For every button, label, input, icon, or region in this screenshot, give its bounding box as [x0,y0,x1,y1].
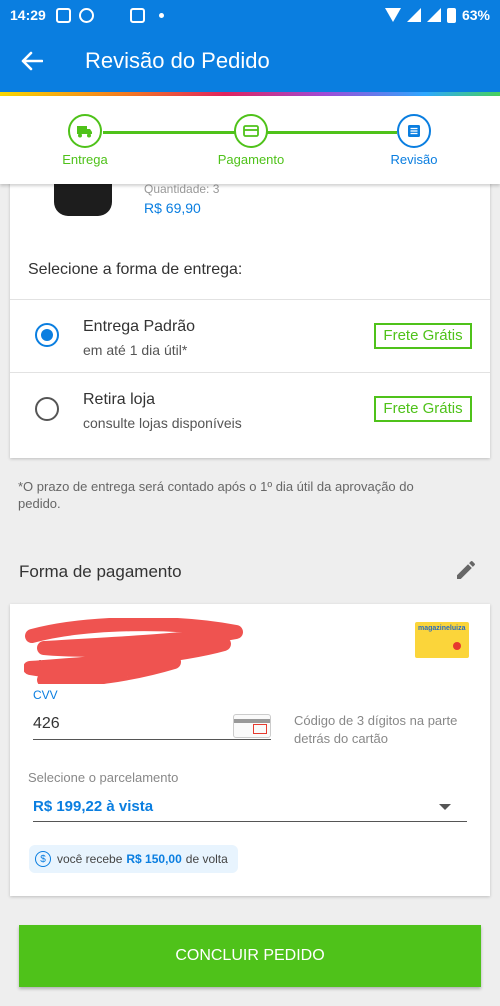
magazine-luiza-card-logo: magazineluiza [415,622,469,658]
card-back-cvv-icon [233,714,271,738]
checkout-stepper: Entrega Pagamento Revisão [0,96,500,184]
signal-icon [406,8,421,22]
status-time: 14:29 [10,7,46,23]
step-entrega[interactable]: Entrega [25,114,145,167]
document-icon [397,114,431,148]
battery-icon [446,7,456,23]
radio-unselected-icon[interactable] [35,397,59,421]
cvv-help-text: Código de 3 dígitos na parte detrás do c… [294,713,458,746]
battery-percentage: 63% [461,7,490,23]
cashback-badge: $ você recebe R$ 150,00 de volta [29,845,238,873]
step-label: Pagamento [217,152,285,167]
back-arrow-icon[interactable] [0,30,64,92]
concluir-pedido-button[interactable]: CONCLUIR PEDIDO [19,925,481,987]
redaction-scribble [24,618,243,684]
cashback-suffix: de volta [185,852,228,866]
edit-pencil-icon[interactable] [454,558,478,582]
more-notifications-dot-icon [158,12,164,18]
delivery-heading: Selecione a forma de entrega: [28,261,243,278]
delivery-option-subtitle: consulte lojas disponíveis [83,415,242,431]
product-quantity: Quantidade: 3 [144,182,220,196]
cashback-prefix: você recebe [57,852,123,866]
radio-selected-icon[interactable] [35,323,59,347]
payment-card: c alidade: 1 2027 magazineluiza CVV Códi… [10,604,490,896]
payment-heading: Forma de pagamento [19,562,182,581]
delivery-option-subtitle: em até 1 dia útil* [83,342,188,358]
news-notification-icon [55,7,71,23]
cashback-dollar-icon: $ [35,851,51,867]
wifi-icon [384,8,401,22]
installment-label: Selecione o parcelamento [28,770,179,785]
delivery-note: *O prazo de entrega será contado após o … [18,479,414,511]
free-shipping-badge: Frete Grátis [374,396,472,422]
product-price: R$ 69,90 [144,200,201,216]
step-label: Revisão [390,152,438,167]
notification-icons [55,7,164,23]
installment-value: R$ 199,22 à vista [33,798,154,815]
cashback-amount: R$ 150,00 [126,852,182,866]
divider [10,299,490,300]
system-status: 63% [384,7,490,23]
image-notification-icon [129,7,145,23]
delivery-card: Quantidade: 3 R$ 69,90 Selecione a forma… [10,170,490,458]
installment-dropdown[interactable]: R$ 199,22 à vista [33,792,467,822]
dropdown-caret-icon [439,804,451,810]
free-shipping-badge: Frete Grátis [374,323,472,349]
delivery-option-title: Entrega Padrão [83,318,196,335]
step-label: Entrega [62,152,108,167]
cvv-label: CVV [33,688,58,702]
delivery-option-title: Retira loja [83,391,156,408]
status-bar: 14:29 63% [0,0,500,30]
app-notification-icon [102,10,122,20]
step-revisao[interactable]: Revisão [354,114,474,167]
page-title: Revisão do Pedido [85,48,270,73]
truck-icon [68,114,102,148]
divider [10,372,490,373]
credit-card-icon [234,114,268,148]
chat-notification-icon [78,7,94,23]
card-chip-dot-icon [453,642,461,650]
signal-icon [426,8,441,22]
product-image [54,180,112,216]
step-pagamento[interactable]: Pagamento [191,114,311,167]
card-logo-text: magazineluiza [418,625,466,632]
app-bar: Revisão do Pedido [0,30,500,92]
